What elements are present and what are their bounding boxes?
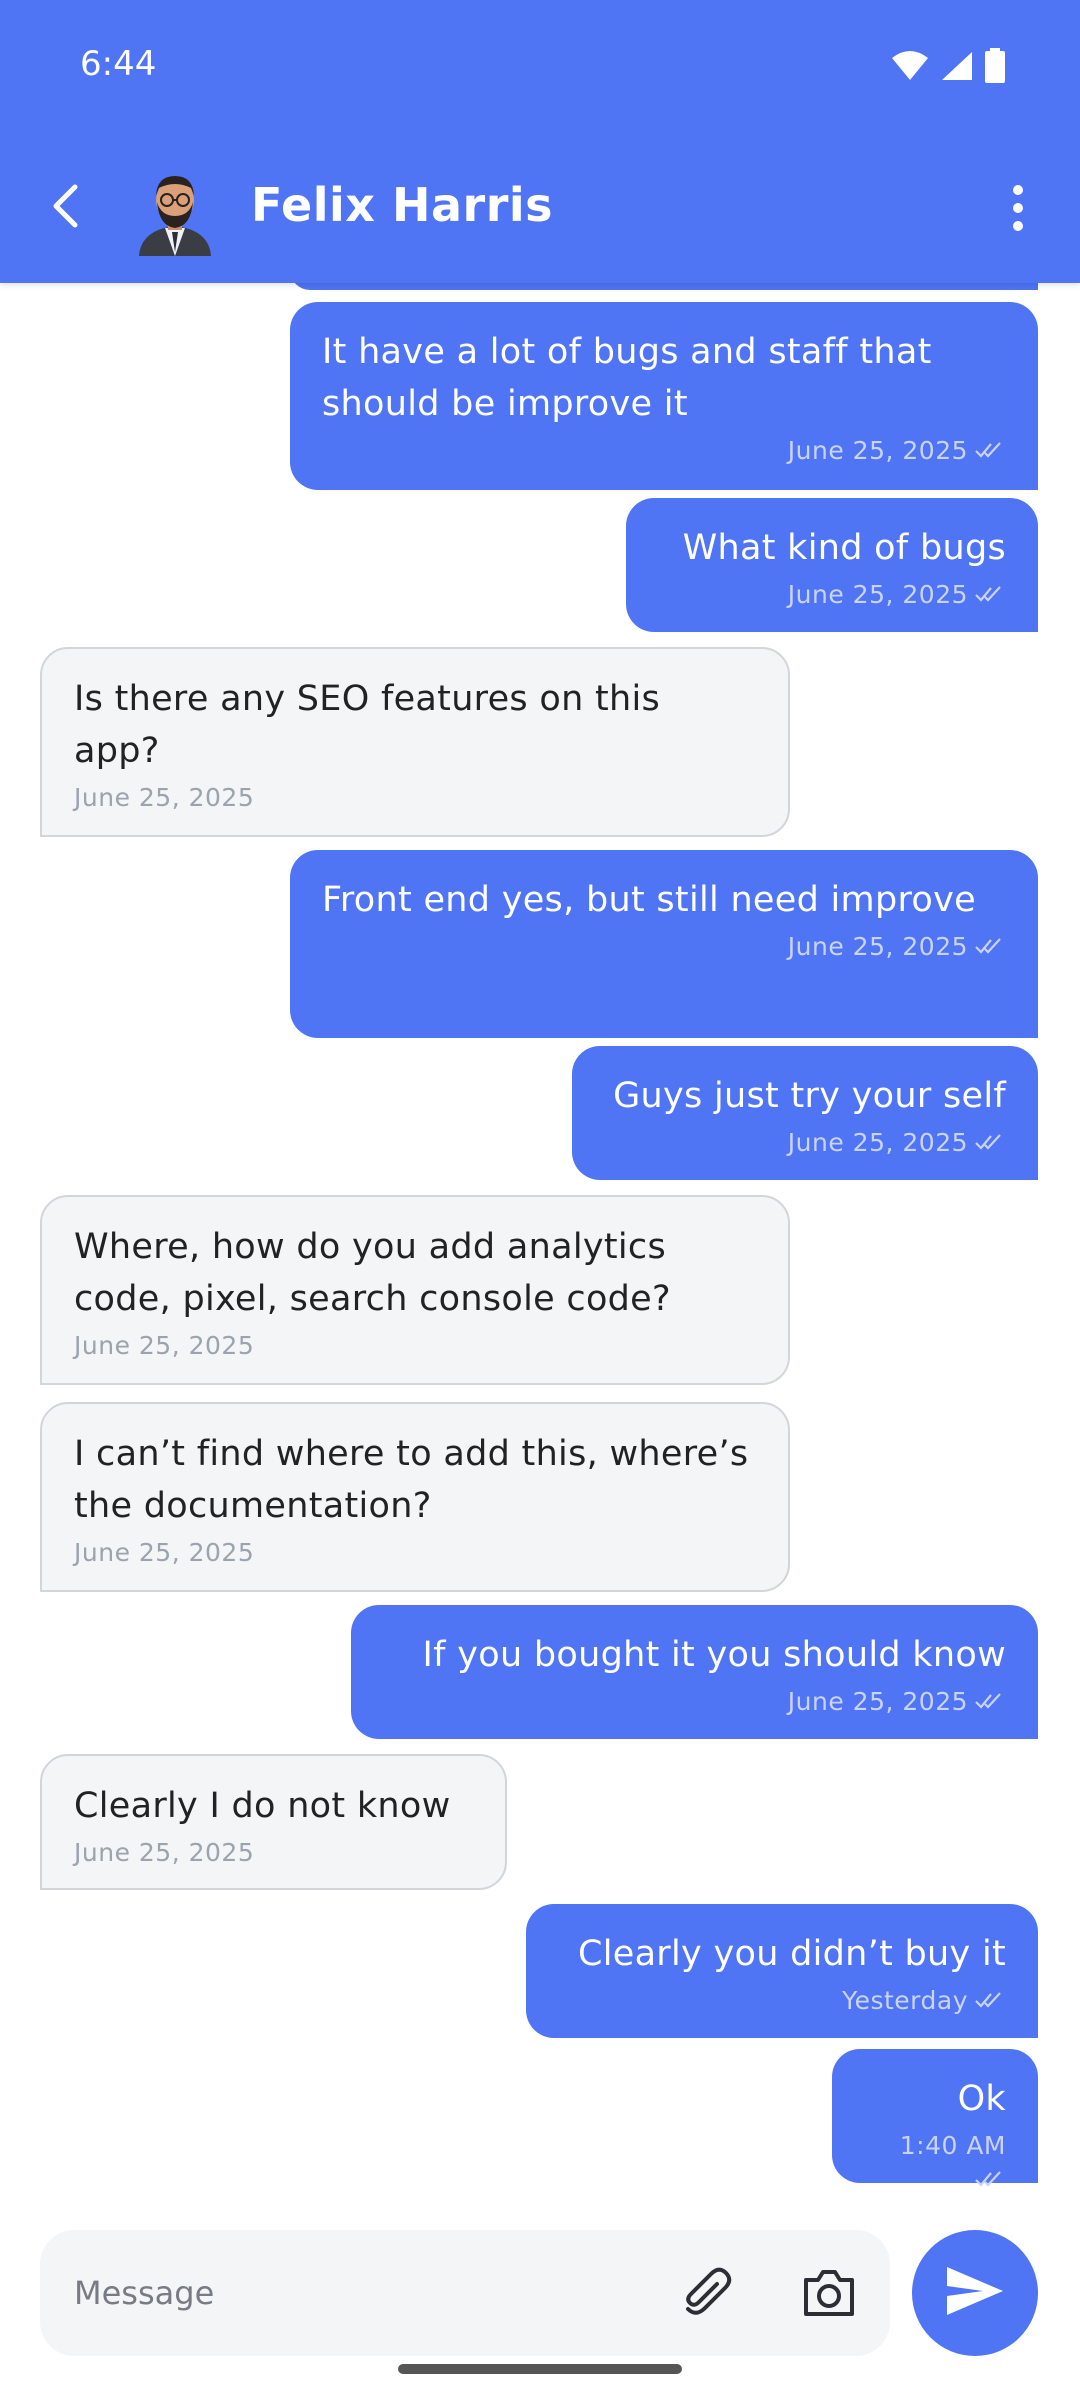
message-time: June 25, 2025 [74, 1838, 255, 1867]
message-time: June 25, 2025 [787, 580, 968, 609]
message-meta: June 25, 2025 [604, 1126, 1006, 1161]
chat-header: 6:44 Felix Harris [0, 0, 1080, 283]
battery-icon [984, 48, 1006, 88]
message-text: Clearly I do not know [74, 1786, 451, 1826]
message-text: Front end yes, but still need improve [322, 880, 976, 920]
message-bubble-incoming[interactable]: I can’t find where to add this, where’s … [40, 1402, 790, 1592]
chevron-left-icon [50, 183, 80, 233]
message-time: 1:40 AM [899, 2131, 1006, 2160]
status-time: 6:44 [80, 44, 157, 84]
message-time: June 25, 2025 [787, 932, 968, 961]
message-time: June 25, 2025 [787, 436, 968, 465]
send-button[interactable] [912, 2230, 1038, 2356]
message-text: It have a lot of bugs and staff that sho… [322, 332, 932, 424]
message-bubble-outgoing[interactable]: It have a lot of bugs and staff that sho… [290, 302, 1038, 490]
message-time: June 25, 2025 [74, 1538, 255, 1567]
double-check-icon [974, 1686, 1006, 1720]
status-icons [890, 48, 1006, 88]
double-check-icon [974, 579, 1006, 613]
wifi-icon [890, 50, 930, 86]
message-bubble-incoming[interactable]: Is there any SEO features on this app? J… [40, 647, 790, 837]
message-bubble-outgoing[interactable]: Front end yes, but still need improve Ju… [290, 850, 1038, 1038]
double-check-icon [974, 435, 1006, 469]
message-meta: June 25, 2025 [658, 578, 1006, 613]
message-text: Is there any SEO features on this app? [74, 679, 661, 771]
message-bubble-outgoing[interactable]: Guys just try your self June 25, 2025 [572, 1046, 1038, 1180]
message-text: If you bought it you should know [422, 1635, 1006, 1675]
message-meta: Yesterday [558, 1984, 1006, 2019]
message-time: June 25, 2025 [787, 1128, 968, 1157]
back-button[interactable] [40, 175, 90, 241]
message-bubble-outgoing[interactable]: Ok 1:40 AM [832, 2049, 1038, 2187]
message-bubble-incoming[interactable]: Where, how do you add analytics code, pi… [40, 1195, 790, 1385]
message-text: What kind of bugs [682, 528, 1006, 568]
signal-icon [940, 50, 974, 86]
message-time: June 25, 2025 [787, 1687, 968, 1716]
contact-name[interactable]: Felix Harris [251, 178, 553, 232]
message-meta: June 25, 2025 [322, 434, 1006, 469]
double-check-icon [974, 1985, 1006, 2019]
message-bubble-outgoing[interactable]: If you bought it you should know June 25… [351, 1605, 1038, 1739]
message-meta: 1:40 AM [864, 2129, 1006, 2198]
message-text: Clearly you didn’t buy it [577, 1934, 1006, 1974]
more-options-button[interactable] [998, 178, 1038, 242]
message-time: June 25, 2025 [74, 783, 255, 812]
double-check-icon [974, 1127, 1006, 1161]
message-input[interactable] [72, 2264, 656, 2322]
double-check-icon [974, 2164, 1006, 2198]
message-bubble-outgoing[interactable]: Clearly you didn’t buy it Yesterday [526, 1904, 1038, 2038]
double-check-icon [974, 931, 1006, 965]
message-time: June 25, 2025 [74, 1331, 255, 1360]
message-composer [40, 2230, 890, 2356]
message-text: Where, how do you add analytics code, pi… [74, 1227, 671, 1319]
paperclip-icon [675, 2267, 737, 2328]
message-bubble-outgoing[interactable]: What kind of bugs June 25, 2025 [626, 498, 1038, 632]
send-icon [945, 2265, 1005, 2321]
message-text: Ok [957, 2079, 1006, 2119]
camera-button[interactable] [798, 2262, 860, 2324]
home-indicator[interactable] [398, 2364, 682, 2374]
more-vertical-icon [1011, 184, 1025, 236]
message-list[interactable]: It have a lot of bugs and staff that sho… [0, 0, 1080, 2200]
message-time: Yesterday [842, 1986, 968, 2015]
message-text: I can’t find where to add this, where’s … [74, 1434, 749, 1526]
attach-button[interactable] [675, 2262, 737, 2324]
message-text: Guys just try your self [613, 1076, 1006, 1116]
avatar[interactable] [135, 168, 215, 256]
message-meta: June 25, 2025 [383, 1685, 1006, 1720]
message-bubble-incoming[interactable]: Clearly I do not know June 25, 2025 [40, 1754, 507, 1890]
message-meta: June 25, 2025 [322, 930, 1006, 965]
camera-icon [798, 2270, 860, 2328]
